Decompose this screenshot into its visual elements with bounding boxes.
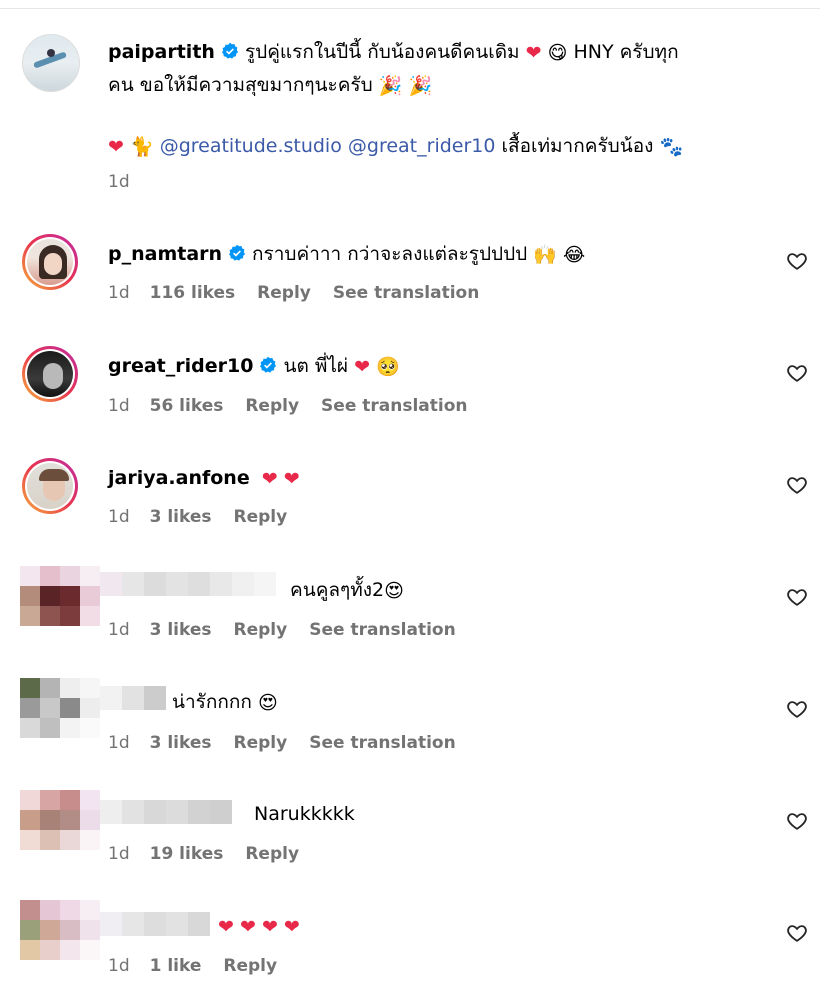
heart-eyes-emoji: 😍	[384, 580, 404, 602]
comment-text: นต พี่ไผ่	[283, 355, 349, 377]
heart-emoji: ❤	[354, 356, 371, 378]
comment-time: 1d	[108, 283, 130, 303]
comment-time: 1d	[108, 956, 130, 976]
post-caption-line3-tail: เสื้อเท่มากครับน้อง	[501, 135, 654, 157]
comment-time: 1d	[108, 844, 130, 864]
heart-emoji: ❤	[283, 916, 300, 938]
avatar[interactable]	[22, 458, 78, 514]
post-meta: 1d	[108, 172, 150, 192]
avatar[interactable]	[22, 346, 78, 402]
comment-text: น่ารักกกก	[172, 691, 252, 713]
comment-meta: 1d 3 likes Reply	[108, 507, 309, 527]
party-popper-icon: 🎉	[408, 75, 433, 97]
mention-link[interactable]: @greatitude.studio	[160, 135, 342, 157]
comment-meta: 1d 3 likes Reply See translation	[108, 733, 478, 753]
pleading-emoji: 🥺	[376, 356, 400, 378]
smile-emoji: 😋	[547, 42, 568, 64]
verified-badge-icon	[260, 356, 277, 373]
likes-count[interactable]: 1 like	[150, 956, 202, 976]
heart-icon[interactable]	[786, 922, 808, 944]
likes-count[interactable]: 116 likes	[150, 283, 236, 303]
heart-emoji: ❤	[239, 916, 256, 938]
pray-emoji: 🙌	[533, 244, 557, 266]
reply-button[interactable]: Reply	[245, 396, 299, 416]
party-popper-icon: 🎉	[378, 75, 403, 97]
reply-button[interactable]: Reply	[257, 283, 311, 303]
top-divider	[0, 8, 820, 9]
heart-icon[interactable]	[786, 250, 808, 272]
comment-body: Narukkkkk	[254, 798, 355, 830]
comment-meta: 1d 56 likes Reply See translation	[108, 396, 490, 416]
avatar-pixelated[interactable]	[20, 790, 100, 850]
likes-count[interactable]: 19 likes	[150, 844, 224, 864]
blurred-username[interactable]	[100, 912, 210, 936]
comment-time: 1d	[108, 733, 130, 753]
heart-emoji: ❤	[218, 916, 234, 938]
heart-emoji: ❤	[283, 468, 300, 490]
comment-text: คนคูลๆทั้ง2	[290, 579, 385, 601]
comment-time: 1d	[108, 507, 130, 527]
likes-count[interactable]: 3 likes	[150, 507, 212, 527]
reply-button[interactable]: Reply	[234, 733, 288, 753]
comment-meta: 1d 116 likes Reply See translation	[108, 283, 501, 303]
heart-icon[interactable]	[786, 698, 808, 720]
comment-username[interactable]: great_rider10	[108, 355, 253, 377]
comment-body: great_rider10 นต พี่ไผ่ ❤ 🥺	[108, 350, 760, 383]
post-username[interactable]: paipartith	[108, 41, 215, 63]
heart-emoji: ❤	[108, 136, 124, 158]
heart-icon[interactable]	[786, 362, 808, 384]
post-caption-line1-tail: HNY ครับทุก	[573, 41, 679, 63]
heart-icon[interactable]	[786, 586, 808, 608]
see-translation-button[interactable]: See translation	[321, 396, 467, 416]
heart-emoji: ❤	[261, 468, 278, 490]
see-translation-button[interactable]: See translation	[309, 733, 455, 753]
heart-eyes-emoji: 😍	[257, 692, 278, 714]
avatar[interactable]	[22, 234, 78, 290]
likes-count[interactable]: 3 likes	[150, 733, 212, 753]
see-translation-button[interactable]: See translation	[309, 620, 455, 640]
verified-badge-icon	[229, 244, 246, 261]
comment-text: กราบค่าาา กว่าจะลงแต่ละรูปปปป	[252, 243, 528, 265]
avatar-pixelated[interactable]	[20, 678, 100, 738]
comment-body: p_namtarn กราบค่าาา กว่าจะลงแต่ละรูปปปป 🙌…	[108, 238, 760, 271]
comment-time: 1d	[108, 396, 130, 416]
likes-count[interactable]: 56 likes	[150, 396, 224, 416]
post-caption-line1: รูปคู่แรกในปีนี้ กับน้องคนดีคนเดิม	[244, 41, 520, 63]
heart-emoji: ❤	[525, 42, 542, 64]
blurred-username[interactable]	[100, 800, 232, 824]
post-time: 1d	[108, 172, 130, 192]
comment-username[interactable]: p_namtarn	[108, 243, 222, 265]
post-caption-line2: คน ขอให้มีความสุขมากๆนะครับ	[108, 74, 373, 96]
comment-meta: 1d 1 like Reply	[108, 956, 299, 976]
comment-body: น่ารักกกก 😍	[172, 686, 278, 719]
cat-emoji: 🐈	[129, 136, 154, 158]
reply-button[interactable]: Reply	[245, 844, 299, 864]
reply-button[interactable]: Reply	[223, 956, 277, 976]
comment-username[interactable]: jariya.anfone	[108, 467, 250, 489]
avatar-pixelated[interactable]	[20, 566, 100, 626]
mention-link[interactable]: @great_rider10	[348, 135, 496, 157]
heart-icon[interactable]	[786, 474, 808, 496]
paw-icon: 🐾	[659, 136, 684, 158]
heart-emoji: ❤	[261, 916, 278, 938]
post-caption: paipartith รูปคู่แรกในปีนี้ กับน้องคนดีคน…	[108, 36, 760, 163]
see-translation-button[interactable]: See translation	[333, 283, 479, 303]
blurred-username[interactable]	[100, 572, 276, 596]
comment-text: Narukkkkk	[254, 803, 355, 825]
verified-badge-icon	[221, 42, 238, 59]
comment-meta: 1d 19 likes Reply	[108, 844, 321, 864]
reply-button[interactable]: Reply	[234, 507, 288, 527]
avatar-pixelated[interactable]	[20, 900, 100, 960]
comment-body: คนคูลๆทั้ง2😍	[290, 574, 404, 607]
laugh-emoji: 😂	[563, 244, 586, 266]
post-author-avatar[interactable]	[22, 34, 80, 92]
comment-time: 1d	[108, 620, 130, 640]
heart-icon[interactable]	[786, 810, 808, 832]
blurred-username[interactable]	[100, 686, 166, 710]
comment-body: ❤ ❤ ❤ ❤	[218, 910, 300, 943]
likes-count[interactable]: 3 likes	[150, 620, 212, 640]
comment-body: jariya.anfone ❤ ❤	[108, 462, 760, 495]
comment-meta: 1d 3 likes Reply See translation	[108, 620, 478, 640]
reply-button[interactable]: Reply	[234, 620, 288, 640]
